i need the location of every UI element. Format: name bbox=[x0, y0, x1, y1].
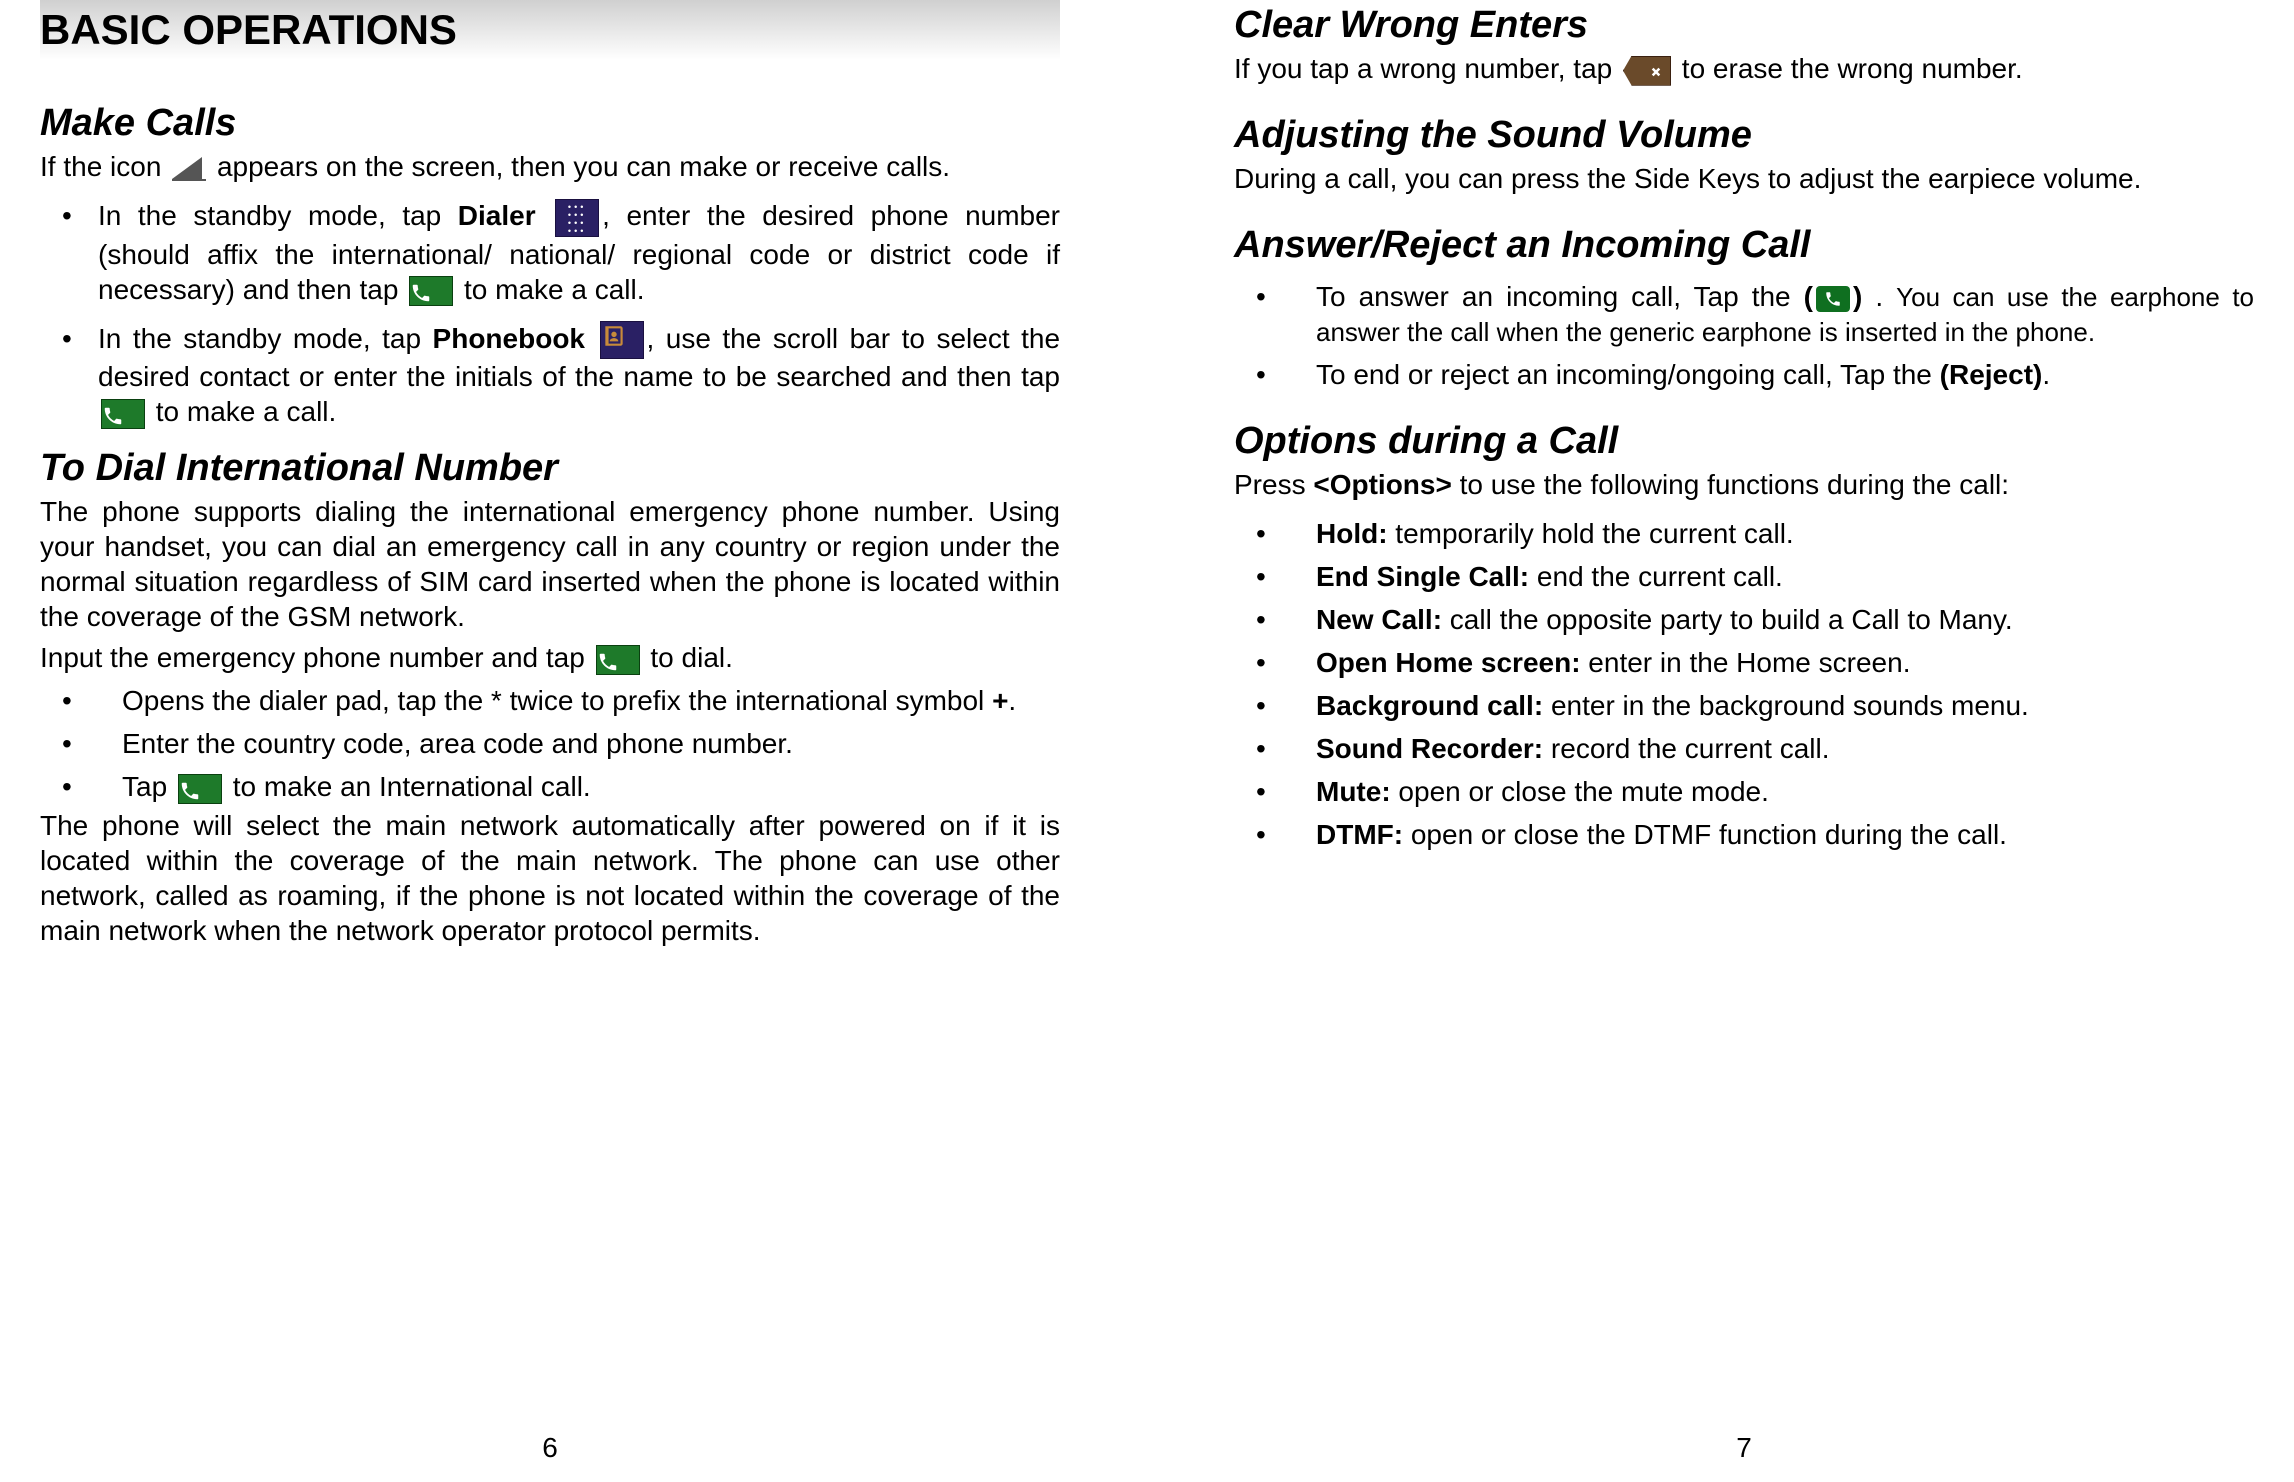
list-item: Sound Recorder: record the current call. bbox=[1234, 731, 2254, 766]
opt-desc: enter in the background sounds menu. bbox=[1543, 690, 2029, 721]
text: to use the following functions during th… bbox=[1452, 469, 2009, 500]
text: In the standby mode, tap bbox=[98, 323, 433, 354]
list-item: Hold: temporarily hold the current call. bbox=[1234, 516, 2254, 551]
opt-desc: open or close the mute mode. bbox=[1391, 776, 1769, 807]
text: To end or reject an incoming/ongoing cal… bbox=[1316, 359, 1940, 390]
opt-desc: open or close the DTMF function during t… bbox=[1403, 819, 2007, 850]
options-list: Hold: temporarily hold the current call.… bbox=[1234, 508, 2254, 852]
chapter-title: BASIC OPERATIONS bbox=[40, 0, 1060, 60]
opt-desc: temporarily hold the current call. bbox=[1388, 518, 1794, 549]
paren-close: ) bbox=[1853, 281, 1862, 312]
call-round-icon bbox=[1816, 286, 1850, 312]
text: Press bbox=[1234, 469, 1313, 500]
list-item: In the standby mode, tap Dialer , enter … bbox=[40, 198, 1060, 307]
sound-text: During a call, you can press the Side Ke… bbox=[1234, 161, 2254, 196]
dial-intl-para3: The phone will select the main network a… bbox=[40, 808, 1060, 948]
make-calls-list: In the standby mode, tap Dialer , enter … bbox=[40, 184, 1060, 429]
answer-list: To answer an incoming call, Tap the () .… bbox=[1234, 271, 2254, 392]
bold-reject: (Reject) bbox=[1940, 359, 2043, 390]
text: appears on the screen, then you can make… bbox=[217, 151, 950, 182]
opt-desc: end the current call. bbox=[1529, 561, 1783, 592]
dial-intl-para2: Input the emergency phone number and tap… bbox=[40, 640, 1060, 675]
opt-desc: record the current call. bbox=[1543, 733, 1829, 764]
list-item: Background call: enter in the background… bbox=[1234, 688, 2254, 723]
list-item: In the standby mode, tap Phonebook , use… bbox=[40, 321, 1060, 430]
text: to erase the wrong number. bbox=[1682, 53, 2023, 84]
make-calls-intro: If the icon appears on the screen, then … bbox=[40, 149, 1060, 184]
text: If you tap a wrong number, tap bbox=[1234, 53, 1620, 84]
page-number-right: 7 bbox=[1736, 1432, 1752, 1464]
text: In the standby mode, tap bbox=[98, 200, 458, 231]
list-item: Opens the dialer pad, tap the * twice to… bbox=[40, 683, 1060, 718]
section-clear-wrong-title: Clear Wrong Enters bbox=[1234, 4, 2254, 47]
section-options-title: Options during a Call bbox=[1234, 420, 2254, 463]
text: Tap bbox=[122, 771, 175, 802]
text: Opens the dialer pad, tap the * twice to… bbox=[122, 685, 992, 716]
dial-intl-para1: The phone supports dialing the internati… bbox=[40, 494, 1060, 634]
opt-label: Background call: bbox=[1316, 690, 1543, 721]
opt-desc: call the opposite party to build a Call … bbox=[1442, 604, 2013, 635]
dialer-icon bbox=[555, 199, 599, 237]
list-item: Enter the country code, area code and ph… bbox=[40, 726, 1060, 761]
bold-plus: + bbox=[992, 685, 1008, 716]
text: . bbox=[2042, 359, 2050, 390]
bold-dialer: Dialer bbox=[458, 200, 536, 231]
text: to dial. bbox=[650, 642, 733, 673]
text: To answer an incoming call, Tap the bbox=[1316, 281, 1804, 312]
list-item: DTMF: open or close the DTMF function du… bbox=[1234, 817, 2254, 852]
page-right: Clear Wrong Enters If you tap a wrong nu… bbox=[1194, 0, 2294, 1482]
text: . bbox=[1008, 685, 1016, 716]
section-make-calls-title: Make Calls bbox=[40, 102, 1060, 145]
opt-label: DTMF: bbox=[1316, 819, 1403, 850]
text: to make a call. bbox=[464, 274, 645, 305]
phonebook-icon bbox=[600, 321, 644, 359]
page-left: BASIC OPERATIONS Make Calls If the icon … bbox=[0, 0, 1100, 1482]
bold-phonebook: Phonebook bbox=[433, 323, 585, 354]
opt-label: Sound Recorder: bbox=[1316, 733, 1543, 764]
signal-icon bbox=[172, 157, 206, 181]
options-intro: Press <Options> to use the following fun… bbox=[1234, 467, 2254, 502]
text: If the icon bbox=[40, 151, 169, 182]
opt-label: Hold: bbox=[1316, 518, 1388, 549]
opt-label: New Call: bbox=[1316, 604, 1442, 635]
dial-intl-list: Opens the dialer pad, tap the * twice to… bbox=[40, 675, 1060, 804]
section-dial-intl-title: To Dial International Number bbox=[40, 447, 1060, 490]
text: to make a call. bbox=[156, 396, 337, 427]
opt-label: Open Home screen: bbox=[1316, 647, 1581, 678]
text: . bbox=[1862, 281, 1896, 312]
list-item: End Single Call: end the current call. bbox=[1234, 559, 2254, 594]
list-item: Mute: open or close the mute mode. bbox=[1234, 774, 2254, 809]
text: to make an International call. bbox=[233, 771, 591, 802]
list-item: To answer an incoming call, Tap the () .… bbox=[1234, 279, 2254, 349]
section-sound-title: Adjusting the Sound Volume bbox=[1234, 114, 2254, 157]
opt-label: Mute: bbox=[1316, 776, 1391, 807]
paren-open: ( bbox=[1804, 281, 1813, 312]
call-icon bbox=[178, 774, 222, 804]
text: Input the emergency phone number and tap bbox=[40, 642, 593, 673]
opt-label: End Single Call: bbox=[1316, 561, 1529, 592]
clear-wrong-text: If you tap a wrong number, tap to erase … bbox=[1234, 51, 2254, 86]
list-item: To end or reject an incoming/ongoing cal… bbox=[1234, 357, 2254, 392]
call-icon bbox=[596, 645, 640, 675]
backspace-icon bbox=[1623, 56, 1671, 86]
list-item: Tap to make an International call. bbox=[40, 769, 1060, 804]
bold-options: <Options> bbox=[1313, 469, 1451, 500]
section-answer-title: Answer/Reject an Incoming Call bbox=[1234, 224, 2254, 267]
call-icon bbox=[409, 276, 453, 306]
call-icon bbox=[101, 399, 145, 429]
opt-desc: enter in the Home screen. bbox=[1581, 647, 1911, 678]
list-item: New Call: call the opposite party to bui… bbox=[1234, 602, 2254, 637]
page-number-left: 6 bbox=[542, 1432, 558, 1464]
list-item: Open Home screen: enter in the Home scre… bbox=[1234, 645, 2254, 680]
